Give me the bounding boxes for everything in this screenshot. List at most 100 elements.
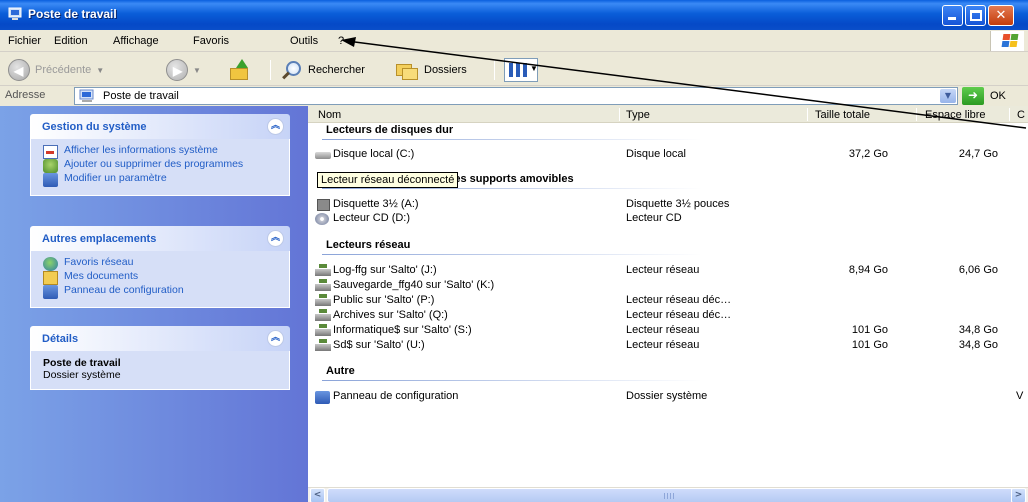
menu-bar: Fichier Edition Affichage Favoris Outils… bbox=[0, 30, 1028, 52]
folders-button[interactable]: Dossiers bbox=[394, 57, 467, 83]
item-type: Dossier système bbox=[626, 390, 708, 402]
list-item[interactable]: Public sur 'Salto' (P:) Lecteur réseau d… bbox=[308, 294, 1028, 309]
list-item[interactable]: Archives sur 'Salto' (Q:) Lecteur réseau… bbox=[308, 309, 1028, 324]
panel-header[interactable]: Autres emplacements ︽ bbox=[30, 226, 290, 251]
menu-fichier[interactable]: Fichier bbox=[8, 35, 41, 47]
column-header-type[interactable]: Type bbox=[626, 109, 650, 121]
item-total-size: 101 Go bbox=[851, 324, 888, 336]
scroll-left-button[interactable]: < bbox=[310, 488, 325, 502]
item-free-space: 34,8 Go bbox=[958, 324, 998, 336]
panel-body: Poste de travail Dossier système bbox=[30, 351, 290, 390]
go-label[interactable]: OK bbox=[990, 90, 1006, 102]
panel-header[interactable]: Détails ︽ bbox=[30, 326, 290, 351]
group-divider bbox=[322, 380, 702, 381]
item-type: Lecteur CD bbox=[626, 212, 682, 224]
go-button[interactable]: ➜ bbox=[962, 87, 984, 105]
network-places-icon bbox=[43, 257, 58, 271]
place-network-favorites[interactable]: Favoris réseau bbox=[43, 256, 279, 271]
menu-outils[interactable]: Outils bbox=[290, 35, 318, 47]
column-divider[interactable] bbox=[1009, 108, 1010, 121]
list-item[interactable]: Panneau de configuration Dossier système… bbox=[308, 390, 1028, 405]
back-icon: ◀ bbox=[8, 59, 30, 81]
floppy-icon bbox=[317, 199, 330, 211]
forward-button[interactable]: ▶ ▼ bbox=[166, 57, 201, 83]
list-item[interactable]: Lecteur CD (D:) Lecteur CD bbox=[308, 212, 1028, 227]
cd-drive-icon bbox=[315, 213, 329, 225]
grip-icon bbox=[664, 493, 676, 499]
collapse-icon[interactable]: ︽ bbox=[267, 118, 284, 135]
group-divider bbox=[322, 254, 702, 255]
collapse-icon[interactable]: ︽ bbox=[267, 230, 284, 247]
network-drive-icon bbox=[315, 279, 331, 291]
column-header-free-space[interactable]: Espace libre bbox=[925, 109, 986, 121]
search-button[interactable]: Rechercher bbox=[280, 57, 365, 83]
scroll-right-button[interactable]: > bbox=[1011, 488, 1026, 502]
views-icon: ▼ bbox=[504, 58, 538, 82]
item-type: Lecteur réseau bbox=[626, 339, 700, 351]
network-drive-icon bbox=[315, 264, 331, 276]
go-arrow-icon: ➜ bbox=[967, 88, 979, 102]
folders-icon bbox=[394, 59, 420, 81]
forward-icon: ▶ bbox=[166, 59, 188, 81]
list-item[interactable]: Sd$ sur 'Salto' (U:) Lecteur réseau 101 … bbox=[308, 339, 1028, 354]
item-type: Disquette 3½ pouces bbox=[626, 198, 730, 210]
windows-logo bbox=[990, 31, 1024, 51]
menu-favoris[interactable]: Favoris bbox=[193, 35, 229, 47]
scroll-thumb[interactable] bbox=[327, 488, 1017, 502]
item-name: Panneau de configuration bbox=[333, 390, 459, 402]
list-item[interactable]: Disque local (C:) Disque local 37,2 Go 2… bbox=[308, 148, 1028, 163]
item-type: Lecteur réseau bbox=[626, 324, 700, 336]
task-change-setting[interactable]: Modifier un paramètre bbox=[43, 173, 279, 187]
place-control-panel[interactable]: Panneau de configuration bbox=[43, 285, 279, 299]
column-header-c[interactable]: C bbox=[1017, 109, 1025, 121]
list-item[interactable]: Informatique$ sur 'Salto' (S:) Lecteur r… bbox=[308, 324, 1028, 339]
maximize-button[interactable] bbox=[965, 5, 986, 26]
control-panel-icon bbox=[315, 391, 330, 404]
place-label: Favoris réseau bbox=[64, 256, 134, 268]
address-input[interactable]: Poste de travail ▼ bbox=[74, 87, 958, 105]
list-item[interactable]: Log-ffg sur 'Salto' (J:) Lecteur réseau … bbox=[308, 264, 1028, 279]
list-item[interactable]: Disquette 3½ (A:) Disquette 3½ pouces bbox=[308, 198, 1028, 213]
control-panel-icon bbox=[43, 173, 58, 187]
item-free-space: 6,06 Go bbox=[958, 264, 998, 276]
panel-title: Autres emplacements bbox=[42, 233, 157, 245]
close-button[interactable]: ✕ bbox=[988, 5, 1014, 26]
horizontal-scrollbar[interactable]: < > bbox=[308, 487, 1028, 502]
task-add-remove-programs[interactable]: Ajouter ou supprimer des programmes bbox=[43, 158, 279, 173]
item-name: Disquette 3½ (A:) bbox=[333, 198, 419, 210]
item-name: Disque local (C:) bbox=[333, 148, 415, 160]
toolbar: ◀ Précédente ▼ ▶ ▼ Rechercher Dossiers ▼ bbox=[0, 53, 1028, 86]
column-divider[interactable] bbox=[916, 108, 917, 121]
panel-details: Détails ︽ Poste de travail Dossier systè… bbox=[30, 326, 290, 390]
panel-header[interactable]: Gestion du système ︽ bbox=[30, 114, 290, 139]
back-button[interactable]: ◀ Précédente ▼ bbox=[8, 57, 104, 83]
column-header-total-size[interactable]: Taille totale bbox=[815, 109, 870, 121]
views-button[interactable]: ▼ bbox=[504, 57, 538, 83]
task-system-info[interactable]: Afficher les informations système bbox=[43, 145, 279, 159]
column-header-name[interactable]: Nom bbox=[318, 109, 341, 121]
item-type: Lecteur réseau déc… bbox=[626, 294, 732, 306]
menu-edition[interactable]: Edition bbox=[54, 35, 88, 47]
list-item[interactable]: Sauvegarde_ffg40 sur 'Salto' (K:) bbox=[308, 279, 1028, 294]
minimize-button[interactable] bbox=[942, 5, 963, 26]
item-name: Sauvegarde_ffg40 sur 'Salto' (K:) bbox=[333, 279, 495, 291]
item-free-space: 34,8 Go bbox=[958, 339, 998, 351]
panel-body: Favoris réseau Mes documents Panneau de … bbox=[30, 251, 290, 308]
address-dropdown-icon[interactable]: ▼ bbox=[940, 89, 956, 103]
my-computer-icon bbox=[8, 7, 22, 20]
my-computer-icon bbox=[79, 89, 94, 102]
forward-dropdown-icon: ▼ bbox=[193, 65, 201, 75]
task-label: Ajouter ou supprimer des programmes bbox=[64, 158, 244, 170]
back-dropdown-icon: ▼ bbox=[96, 65, 105, 75]
menu-affichage[interactable]: Affichage bbox=[113, 35, 159, 47]
column-divider[interactable] bbox=[807, 108, 808, 121]
task-pane: Gestion du système ︽ Afficher les inform… bbox=[0, 106, 308, 502]
menu-help[interactable]: ? bbox=[338, 35, 344, 47]
group-divider bbox=[322, 188, 702, 189]
collapse-icon[interactable]: ︽ bbox=[267, 330, 284, 347]
folder-up-button[interactable] bbox=[228, 57, 252, 83]
column-divider[interactable] bbox=[619, 108, 620, 121]
place-my-documents[interactable]: Mes documents bbox=[43, 271, 279, 285]
group-title: Lecteurs réseau bbox=[326, 239, 411, 251]
group-divider bbox=[322, 139, 702, 140]
